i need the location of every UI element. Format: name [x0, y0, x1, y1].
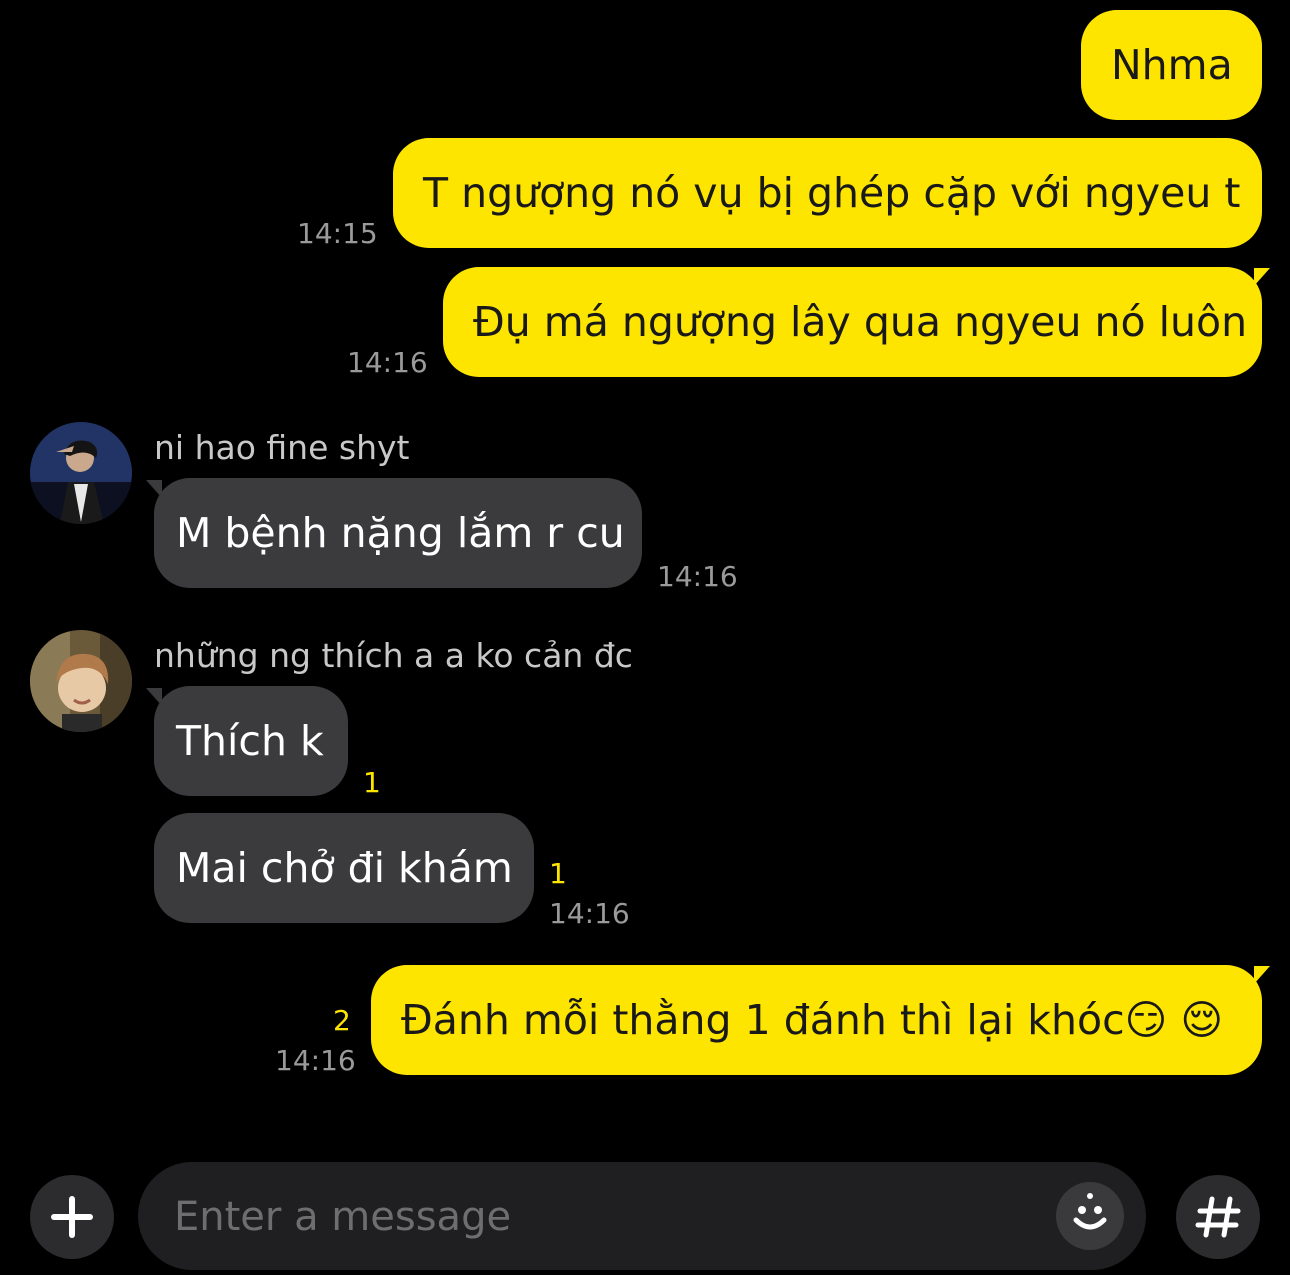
- message-bubble-received[interactable]: Mai chở đi khám: [154, 813, 534, 923]
- message-time: 14:16: [275, 1044, 356, 1077]
- sender-name: những ng thích a a ko cản đc: [154, 636, 633, 675]
- message-time: 14:16: [549, 897, 630, 930]
- message-bubble-sent[interactable]: T ngượng nó vụ bị ghép cặp với ngyeu t: [393, 138, 1262, 248]
- avatar[interactable]: [30, 422, 132, 524]
- emoji-icon: [1073, 1193, 1107, 1230]
- message-input-container: [138, 1162, 1146, 1272]
- message-bubble-received[interactable]: M bệnh nặng lắm r cu: [154, 478, 642, 588]
- bubble-tail: [1254, 268, 1270, 286]
- sender-name: ni hao fine shyt: [154, 428, 410, 467]
- add-attachment-button[interactable]: [30, 1175, 114, 1259]
- message-input[interactable]: [172, 1162, 1036, 1272]
- chat-screen: Nhma T ngượng nó vụ bị ghép cặp với ngye…: [0, 0, 1290, 1275]
- message-time: 14:16: [657, 560, 738, 593]
- avatar-photo-1: [30, 422, 132, 524]
- emoji-button[interactable]: [1056, 1182, 1124, 1250]
- message-bubble-received[interactable]: Thích k: [154, 686, 348, 796]
- message-time: 14:15: [297, 217, 378, 250]
- bubble-tail: [1254, 966, 1270, 984]
- unread-count: 2: [333, 1004, 351, 1037]
- message-bubble-sent[interactable]: Đánh mỗi thằng 1 đánh thì lại khóc😏 😌: [371, 965, 1262, 1075]
- avatar-photo-2: [30, 630, 132, 732]
- plus-icon: [51, 1196, 93, 1238]
- avatar[interactable]: [30, 630, 132, 732]
- unread-count: 1: [549, 857, 567, 890]
- hash-icon: [1195, 1196, 1241, 1238]
- message-bubble-sent[interactable]: Đụ má ngượng lây qua ngyeu nó luôn: [443, 267, 1262, 377]
- message-bubble-sent[interactable]: Nhma: [1081, 10, 1262, 120]
- message-time: 14:16: [347, 346, 428, 379]
- hashtag-button[interactable]: [1176, 1175, 1260, 1259]
- unread-count: 1: [363, 766, 381, 799]
